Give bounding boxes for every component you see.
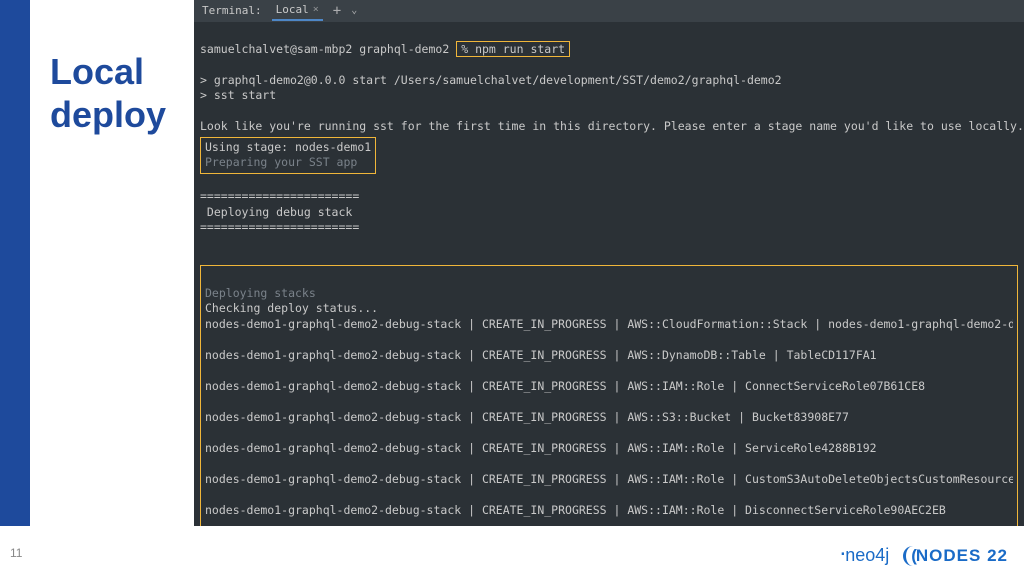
terminal-label: Terminal: [202, 4, 262, 19]
slide-title: Local deploy [50, 50, 186, 136]
terminal-body[interactable]: samuelchalvet@sam-mbp2 graphql-demo2 % n… [194, 22, 1024, 526]
stacks-highlight-box: Deploying stacks Checking deploy status.… [200, 265, 1018, 526]
title-line1: Local [50, 51, 144, 92]
stack-row: nodes-demo1-graphql-demo2-debug-stack | … [205, 317, 1013, 333]
left-accent-stripe [0, 0, 30, 576]
title-line2: deploy [50, 94, 166, 135]
terminal-window: Terminal: Local × + ⌄ samuelchalvet@sam-… [194, 0, 1024, 526]
prompt-line: samuelchalvet@sam-mbp2 graphql-demo2 % n… [200, 41, 570, 57]
output-line: > sst start [200, 88, 276, 102]
chevron-down-icon[interactable]: ⌄ [351, 4, 357, 18]
tab-name: Local [276, 3, 309, 18]
page-number: 11 [10, 546, 22, 560]
stacks-checking: Checking deploy status... [205, 301, 378, 315]
stack-row: nodes-demo1-graphql-demo2-debug-stack | … [205, 472, 1013, 488]
slide-footer: 11 .neo4j NODES 22 [0, 526, 1024, 576]
nodes22-logo: NODES 22 [903, 546, 1008, 566]
close-icon[interactable]: × [313, 3, 319, 17]
neo4j-logo: .neo4j [838, 545, 890, 566]
terminal-tabbar: Terminal: Local × + ⌄ [194, 0, 1024, 22]
output-line: > graphql-demo2@0.0.0 start /Users/samue… [200, 73, 782, 87]
stack-row: nodes-demo1-graphql-demo2-debug-stack | … [205, 441, 1013, 457]
terminal-tab-local[interactable]: Local × [272, 1, 323, 22]
stage-highlight-box: Using stage: nodes-demo1 Preparing your … [200, 137, 376, 174]
title-column: Local deploy [30, 0, 194, 576]
stack-row: nodes-demo1-graphql-demo2-debug-stack | … [205, 410, 1013, 426]
separator-bar: ======================= [200, 189, 359, 203]
new-tab-button[interactable]: + [333, 2, 341, 21]
deploy-label: Deploying debug stack [200, 205, 352, 219]
stack-row: nodes-demo1-graphql-demo2-debug-stack | … [205, 348, 1013, 364]
footer-logos: .neo4j NODES 22 [838, 545, 1008, 566]
stack-row: nodes-demo1-graphql-demo2-debug-stack | … [205, 379, 1013, 395]
output-line: Look like you're running sst for the fir… [200, 119, 1024, 133]
command-text: npm run start [475, 42, 565, 56]
separator-bar: ======================= [200, 220, 359, 234]
stacks-deploying: Deploying stacks [205, 286, 316, 300]
stack-row: nodes-demo1-graphql-demo2-debug-stack | … [205, 503, 1013, 519]
